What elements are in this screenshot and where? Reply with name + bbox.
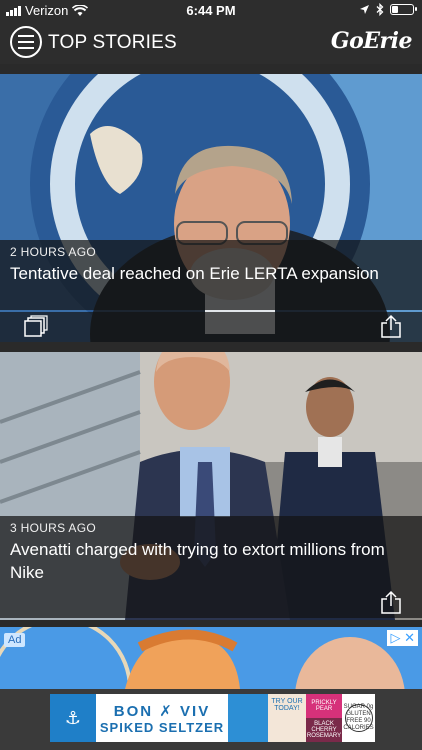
ad-flavor: PRICKLY PEAR	[306, 694, 342, 718]
story-headline[interactable]: Tentative deal reached on Erie LERTA exp…	[10, 262, 408, 285]
menu-button[interactable]	[10, 26, 42, 58]
ad-banner-area: ⚓ BON ✗ VIV SPIKED SELTZER TRY OUR TODAY…	[0, 689, 422, 750]
story-caption: 2 HOURS AGO Tentative deal reached on Er…	[0, 240, 422, 310]
battery-icon	[390, 4, 417, 15]
mermaid-icon: ⚓	[50, 694, 96, 742]
app-header: TOP STORIES GoErie	[0, 22, 422, 64]
gallery-icon[interactable]	[24, 315, 48, 337]
divider	[0, 64, 422, 74]
share-icon[interactable]	[380, 314, 402, 338]
ad-flavors: PRICKLY PEAR BLACK CHERRY ROSEMARY	[306, 694, 342, 742]
ad-badge: Ad	[4, 633, 26, 647]
share-icon[interactable]	[380, 590, 402, 614]
ad-badge-text: SUGAR 0g GLUTEN FREE 90 CALORIES	[343, 704, 374, 732]
story-card[interactable]: 3 HOURS AGO Avenatti charged with trying…	[0, 352, 422, 620]
goerie-logo[interactable]: GoErie	[331, 28, 413, 54]
story-headline[interactable]: Avenatti charged with trying to extort m…	[10, 538, 408, 584]
story-actions	[0, 588, 422, 618]
ad-close-icon[interactable]: ▷ ✕	[387, 630, 418, 646]
ad-artwork	[0, 627, 422, 689]
ad-try-text: TRY OUR TODAY!	[268, 694, 306, 742]
location-icon	[360, 5, 369, 14]
divider	[0, 620, 422, 627]
ad-image[interactable]: Ad ▷ ✕	[0, 627, 422, 689]
status-bar: Verizon 6:44 PM	[0, 0, 422, 22]
page-title: TOP STORIES	[48, 32, 177, 53]
story-caption: 3 HOURS AGO Avenatti charged with trying…	[0, 516, 422, 588]
ad-flavor: BLACK CHERRY ROSEMARY	[306, 718, 342, 742]
status-bar-right	[359, 3, 417, 16]
story-actions	[0, 312, 422, 342]
ad-banner[interactable]: ⚓ BON ✗ VIV SPIKED SELTZER TRY OUR TODAY…	[50, 694, 375, 742]
cans-image	[228, 694, 268, 742]
hamburger-icon	[18, 35, 34, 37]
story-time: 2 HOURS AGO	[10, 245, 96, 259]
bluetooth-icon	[376, 3, 384, 16]
ad-brand-line1: BON ✗ VIV	[113, 702, 211, 720]
story-time: 3 HOURS AGO	[10, 521, 96, 535]
ad-brand-line2: SPIKED SELTZER	[99, 719, 225, 735]
nutrition-badge: SUGAR 0g GLUTEN FREE 90 CALORIES	[342, 694, 375, 742]
divider	[0, 342, 422, 352]
story-card[interactable]: 2 HOURS AGO Tentative deal reached on Er…	[0, 74, 422, 342]
